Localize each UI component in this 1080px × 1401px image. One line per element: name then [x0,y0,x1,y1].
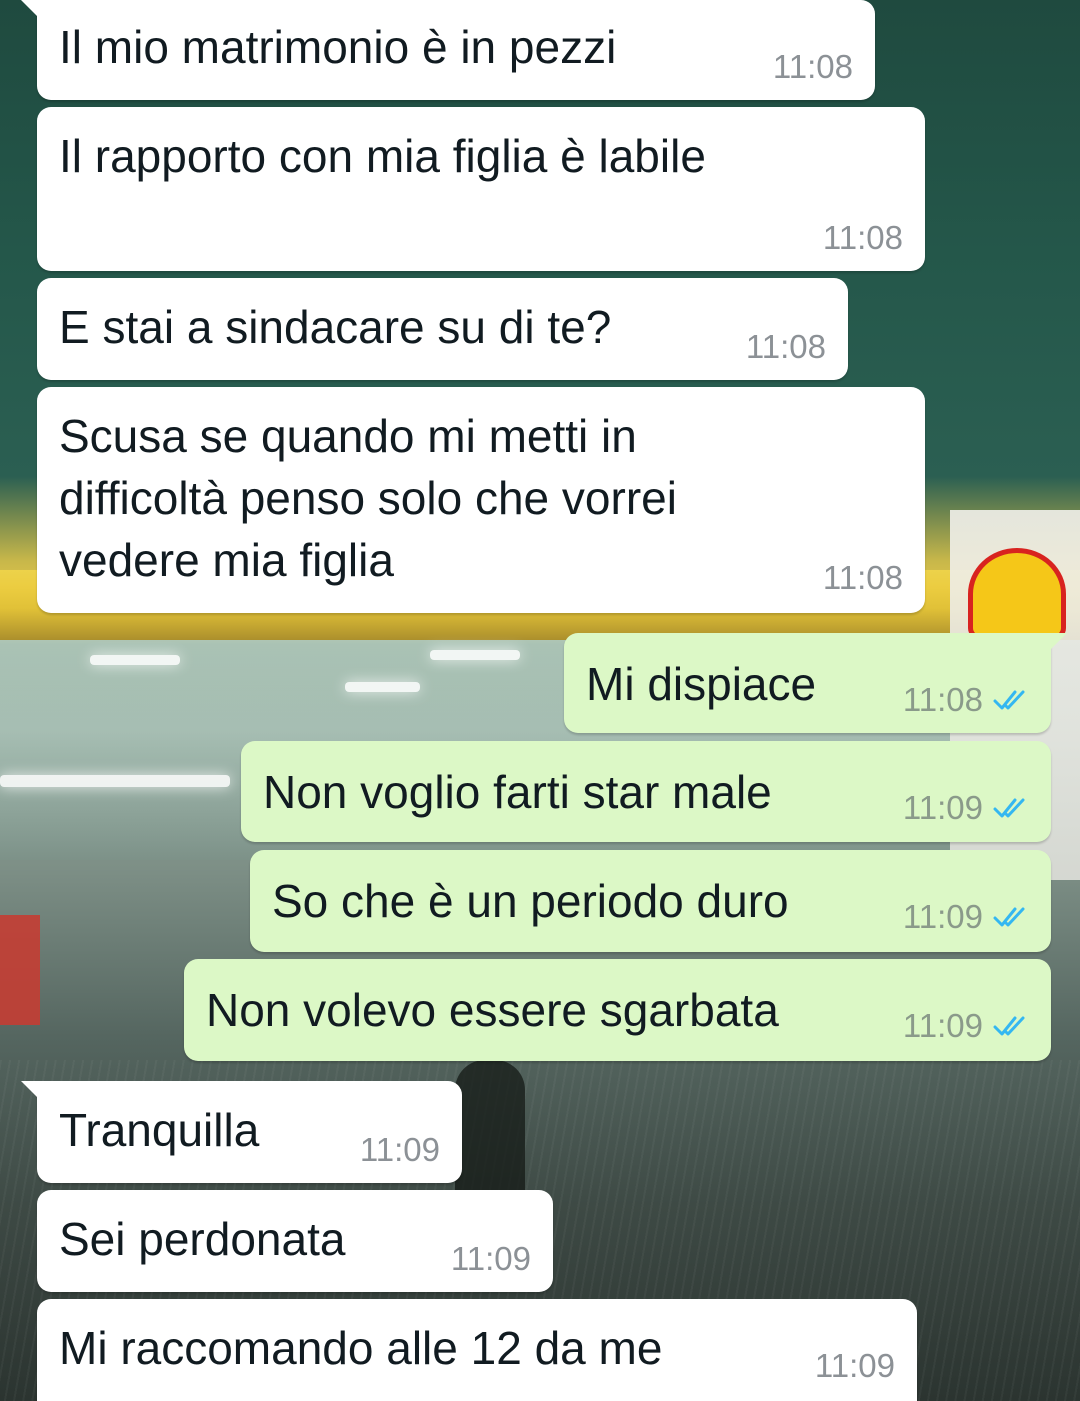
message-text: Sei perdonata [59,1213,346,1265]
message-text: Mi raccomando alle 12 da me [59,1322,663,1374]
message-text: Mi dispiace [586,658,817,710]
message-time: 11:09 [902,898,983,935]
double-check-icon [993,907,1025,927]
message-time: 11:08 [822,219,903,256]
message-time: 11:09 [814,1347,895,1384]
bubble-tail [1045,633,1067,655]
double-check-icon [993,798,1025,818]
message-time: 11:08 [745,328,826,365]
message-bubble-incoming[interactable]: Sei perdonata 11:09 [37,1190,553,1292]
message-bubble-incoming[interactable]: E stai a sindacare su di te? 11:08 [37,278,848,380]
message-text: E stai a sindacare su di te? [59,301,612,353]
message-bubble-incoming[interactable]: Il rapporto con mia figlia è labile 11:0… [37,107,925,271]
message-bubble-incoming[interactable]: Tranquilla 11:09 [21,1081,462,1183]
message-time: 11:09 [359,1131,440,1168]
message-text: Tranquilla [59,1104,260,1156]
message-bubble-incoming[interactable]: Il mio matrimonio è in pezzi 11:08 [21,0,875,100]
message-text-line: difficoltà penso solo che vorrei [59,472,677,524]
bubble-tail [21,1081,43,1103]
message-time: 11:09 [902,789,983,826]
message-bubble-incoming[interactable]: Mi raccomando alle 12 da me 11:09 [37,1299,917,1401]
message-text: So che è un periodo duro [272,875,789,927]
message-bubble-outgoing[interactable]: So che è un periodo duro 11:09 [250,850,1051,952]
message-time: 11:09 [902,1007,983,1044]
bubble-tail [21,0,43,22]
message-text: Il rapporto con mia figlia è labile [59,130,706,182]
message-bubble-incoming[interactable]: Scusa se quando mi metti in difficoltà p… [37,387,925,613]
chat-messages[interactable]: Il mio matrimonio è in pezzi 11:08 Il ra… [0,0,1080,1401]
message-time: 11:08 [902,681,983,718]
message-text-line: vedere mia figlia [59,534,394,586]
message-bubble-outgoing[interactable]: Non voglio farti star male 11:09 [241,741,1051,842]
message-text-line: Scusa se quando mi metti in [59,410,637,462]
message-time: 11:08 [772,48,853,85]
message-text: Non voglio farti star male [263,766,772,818]
message-text: Il mio matrimonio è in pezzi [59,21,617,73]
message-text: Non volevo essere sgarbata [206,984,779,1036]
message-time: 11:08 [822,559,903,596]
message-bubble-outgoing[interactable]: Non volevo essere sgarbata 11:09 [184,959,1051,1061]
double-check-icon [993,690,1025,710]
message-time: 11:09 [450,1240,531,1277]
message-bubble-outgoing[interactable]: Mi dispiace 11:08 [564,633,1067,733]
double-check-icon [993,1016,1025,1036]
